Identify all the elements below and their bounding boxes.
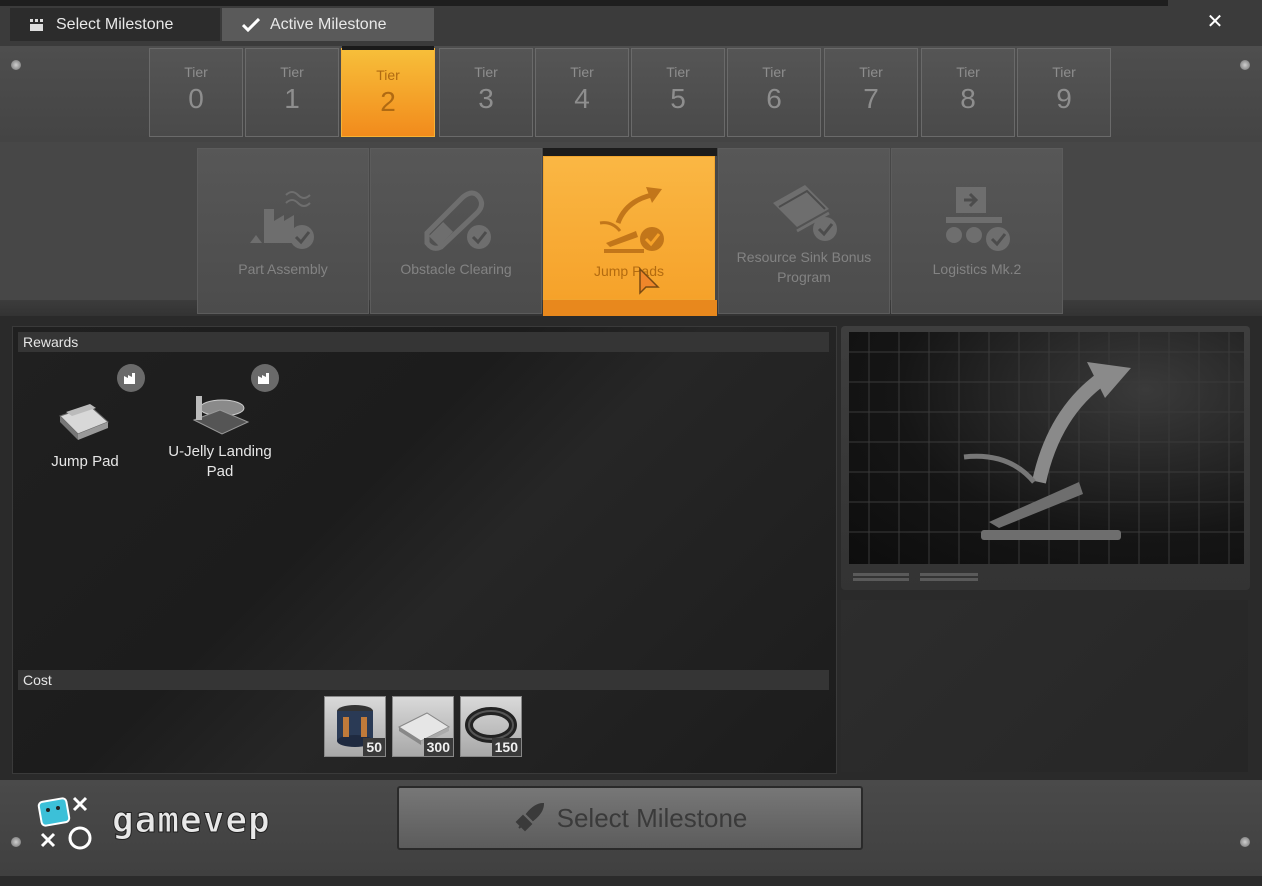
screw-icon xyxy=(1240,837,1250,847)
tier-label: Tier xyxy=(184,64,208,80)
close-button[interactable]: ✕ xyxy=(1168,0,1262,42)
mouse-cursor-icon xyxy=(639,267,660,295)
select-milestone-button[interactable]: Select Milestone xyxy=(397,786,863,850)
factory-badge-icon xyxy=(251,364,279,392)
screw-icon xyxy=(1240,60,1250,70)
milestone-name: Part Assembly xyxy=(238,261,328,277)
cost-item-iron-plate[interactable]: 300 xyxy=(392,696,454,757)
cost-item-cable[interactable]: 150 xyxy=(460,696,522,757)
vent-slot xyxy=(920,573,978,576)
tier-7-button[interactable]: Tier 7 xyxy=(824,48,918,137)
tier-number: 5 xyxy=(670,83,686,114)
rocket-icon xyxy=(515,802,544,832)
close-icon: ✕ xyxy=(1206,10,1224,33)
screw-icon xyxy=(11,837,21,847)
milestone-name: Jump Pads xyxy=(593,263,665,279)
selected-underline xyxy=(543,300,717,316)
cost-item-rotor[interactable]: 50 xyxy=(324,696,386,757)
tier-number: 9 xyxy=(1056,83,1072,114)
tier-label: Tier xyxy=(1052,64,1076,80)
milestone-logistics-mk2[interactable]: Logistics Mk.2 xyxy=(891,148,1063,314)
tab-label: Active Milestone xyxy=(270,15,387,33)
tier-number: 1 xyxy=(284,83,300,114)
tier-label: Tier xyxy=(376,67,400,83)
tab-select-milestone[interactable]: Select Milestone xyxy=(10,8,220,41)
conveyor-icon xyxy=(946,187,1010,251)
tier-label: Tier xyxy=(956,64,980,80)
milestone-name: Resource Sink Bonus Program xyxy=(736,249,872,285)
tier-1-button[interactable]: Tier 1 xyxy=(245,48,339,137)
tier-number: 0 xyxy=(188,83,204,114)
rewards-header: Rewards xyxy=(18,332,829,352)
reward-name: U-Jelly Landing Pad xyxy=(168,443,272,480)
tier-label: Tier xyxy=(280,64,304,80)
jump-pad-preview-icon xyxy=(849,332,1244,564)
tab-label: Select Milestone xyxy=(56,15,174,33)
cost-amount: 150 xyxy=(491,738,521,756)
tier-number: 3 xyxy=(478,83,494,114)
vent-slot xyxy=(853,578,909,581)
cost-amount: 50 xyxy=(363,738,385,756)
select-milestone-label: Select Milestone xyxy=(556,802,748,833)
tier-label: Tier xyxy=(474,64,498,80)
tier-number: 6 xyxy=(766,83,782,114)
tier-8-button[interactable]: Tier 8 xyxy=(921,48,1015,137)
screw-icon xyxy=(11,60,21,70)
landing-pad-item-icon xyxy=(192,396,250,435)
milestone-resource-sink[interactable]: Resource Sink Bonus Program xyxy=(718,148,890,314)
cost-amount: 300 xyxy=(423,738,453,756)
vent-slot xyxy=(853,573,909,576)
tier-number: 7 xyxy=(863,83,879,114)
tier-2-button[interactable]: Tier 2 xyxy=(341,46,435,137)
tier-number: 8 xyxy=(960,83,976,114)
tier-3-button[interactable]: Tier 3 xyxy=(439,48,533,137)
tier-label: Tier xyxy=(762,64,786,80)
top-strip xyxy=(0,0,1262,6)
bottom-strip xyxy=(0,876,1262,886)
milestone-name: Logistics Mk.2 xyxy=(932,261,1022,277)
check-icon xyxy=(242,17,260,32)
milestone-part-assembly[interactable]: Part Assembly xyxy=(197,148,369,314)
logo-icon xyxy=(34,794,104,861)
jump-pad-icon xyxy=(599,187,664,253)
logo-text: gamevep xyxy=(112,800,271,842)
tier-6-button[interactable]: Tier 6 xyxy=(727,48,821,137)
tier-4-button[interactable]: Tier 4 xyxy=(535,48,629,137)
reward-name: Jump Pad xyxy=(51,453,119,470)
chainsaw-icon xyxy=(424,190,491,251)
grid-icon xyxy=(30,18,43,31)
preview-screen xyxy=(849,332,1244,564)
tier-5-button[interactable]: Tier 5 xyxy=(631,48,725,137)
milestone-jump-pads[interactable]: Jump Pads xyxy=(543,156,715,300)
milestone-obstacle-clearing[interactable]: Obstacle Clearing xyxy=(370,148,542,314)
ticket-icon xyxy=(773,185,837,241)
cost-header: Cost xyxy=(18,670,829,690)
tier-9-button[interactable]: Tier 9 xyxy=(1017,48,1111,137)
tier-number: 2 xyxy=(380,86,396,117)
selected-indicator xyxy=(543,148,717,156)
tier-label: Tier xyxy=(570,64,594,80)
factory-badge-icon xyxy=(117,364,145,392)
description-panel xyxy=(841,600,1248,772)
tier-label: Tier xyxy=(859,64,883,80)
factory-icon xyxy=(250,191,314,249)
milestone-name: Obstacle Clearing xyxy=(400,261,512,277)
reward-jump-pad[interactable] xyxy=(44,364,124,466)
tab-active-milestone[interactable]: Active Milestone xyxy=(222,8,434,41)
reward-u-jelly-landing-pad[interactable] xyxy=(185,380,255,440)
tier-label: Tier xyxy=(666,64,690,80)
tier-0-button[interactable]: Tier 0 xyxy=(149,48,243,137)
vent-slot xyxy=(920,578,978,581)
tier-number: 4 xyxy=(574,83,590,114)
